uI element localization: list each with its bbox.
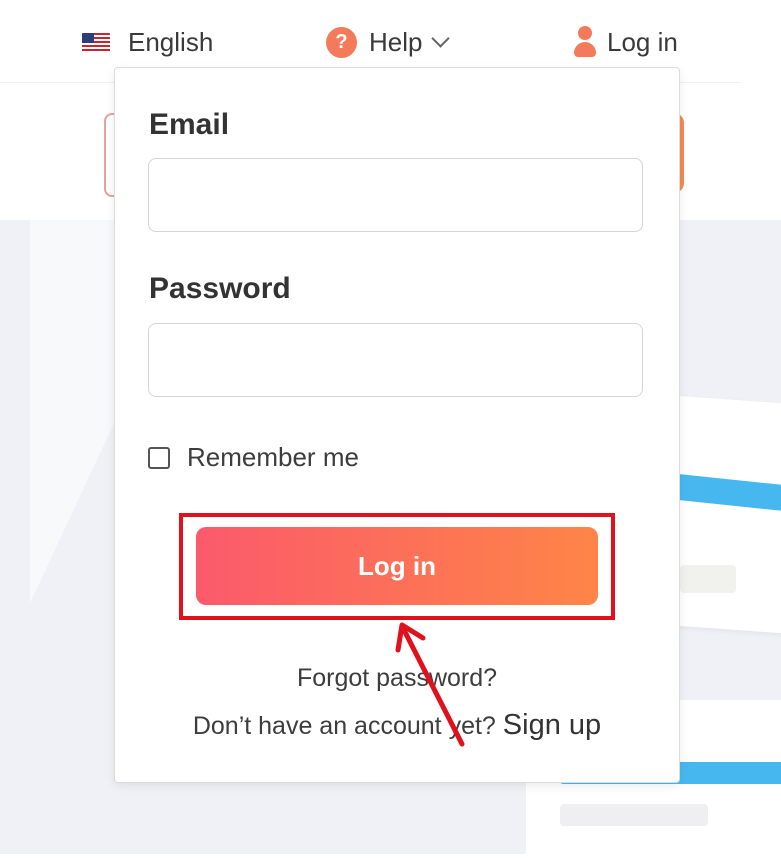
- signup-prompt: Don’t have an account yet? Sign up: [115, 709, 679, 742]
- signup-link[interactable]: Sign up: [503, 709, 601, 741]
- login-menu[interactable]: Log in: [573, 22, 678, 62]
- password-label: Password: [149, 272, 291, 305]
- background-card-pill: [680, 565, 736, 593]
- chevron-down-icon: [431, 28, 451, 48]
- remember-me-label: Remember me: [187, 442, 359, 472]
- remember-me-checkbox[interactable]: [148, 446, 170, 469]
- login-popover: Email Password Remember me Log in Forgot…: [114, 67, 680, 783]
- email-label: Email: [149, 108, 230, 141]
- background-card: [676, 395, 781, 635]
- help-menu[interactable]: ? Help: [326, 22, 451, 62]
- email-field[interactable]: [148, 158, 643, 232]
- background-card-lower-pill: [560, 804, 708, 826]
- password-field[interactable]: [148, 323, 643, 397]
- language-label: English: [128, 26, 214, 57]
- user-icon: [573, 26, 597, 58]
- help-icon: ?: [326, 26, 357, 58]
- forgot-password-link[interactable]: Forgot password?: [115, 664, 679, 693]
- highlight-box: [179, 513, 615, 620]
- login-menu-label: Log in: [607, 26, 678, 57]
- remember-me[interactable]: Remember me: [148, 442, 359, 473]
- us-flag-icon: [82, 32, 110, 52]
- signup-prompt-text: Don’t have an account yet?: [192, 712, 496, 740]
- language-selector[interactable]: English: [82, 22, 213, 62]
- help-label: Help: [369, 26, 423, 57]
